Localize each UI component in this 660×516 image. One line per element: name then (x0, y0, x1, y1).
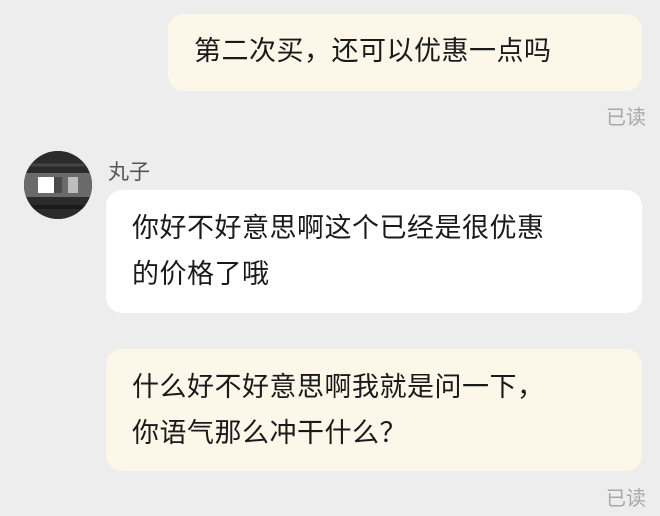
avatar[interactable] (24, 151, 92, 219)
outgoing-message-bubble[interactable]: 什么好不好意思啊我就是问一下， 你语气那么冲干什么？ (106, 349, 642, 471)
read-receipt: 已读 (606, 486, 646, 510)
message-text: 第二次买，还可以优惠一点吗 (194, 36, 552, 67)
outgoing-message-bubble[interactable]: 第二次买，还可以优惠一点吗 (168, 14, 642, 91)
avatar-image-icon (24, 151, 92, 219)
sender-name: 丸子 (108, 160, 150, 184)
message-text-line-2: 的价格了哦 (132, 259, 270, 290)
read-receipt: 已读 (606, 105, 646, 129)
message-text-line-1: 什么好不好意思啊我就是问一下， (132, 372, 545, 403)
incoming-message-bubble[interactable]: 你好不好意思啊这个已经是很优惠 的价格了哦 (106, 190, 642, 313)
message-text-line-2: 你语气那么冲干什么？ (132, 418, 407, 449)
message-text-line-1: 你好不好意思啊这个已经是很优惠 (132, 213, 545, 244)
